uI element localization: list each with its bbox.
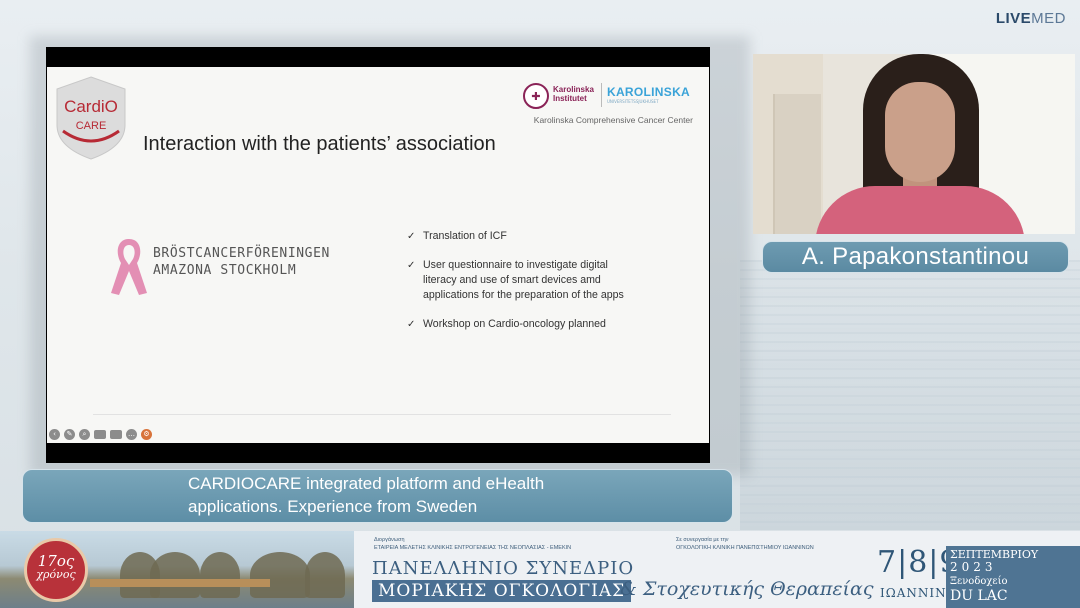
logo-bottom: CARE: [76, 120, 107, 132]
cc-icon[interactable]: [94, 429, 106, 439]
bullet-text: Workshop on Cardio-oncology planned: [423, 318, 606, 330]
bullet-item: ✓ Translation of ICF: [407, 229, 637, 244]
ioannina-lake-photo: 17ος χρόνος: [0, 531, 354, 608]
venue-name: DU LAC: [950, 588, 1008, 604]
tree-shape: [305, 552, 345, 598]
seal-number: 17ος: [37, 552, 75, 570]
speaker-webcam: [753, 54, 1075, 234]
check-icon: ✓: [407, 260, 416, 271]
speaker-name-tag: A. Papakonstantinou: [762, 241, 1069, 273]
caption-line1: CARDIOCARE integrated platform and eHeal…: [188, 474, 545, 493]
org-right-text: ΟΓΚΟΛΟΓΙΚΗ ΚΛΙΝΙΚΗ ΠΑΝΕΠΙΣΤΗΜΙΟΥ ΙΩΑΝΝΙΝ…: [676, 545, 814, 551]
bullet-text: User questionnaire to investigate digita…: [423, 259, 624, 301]
karolinska-subtext: UNIVERSITETSSJUKHUSET: [607, 99, 659, 104]
karolinska-seal-icon: ✚: [523, 83, 549, 109]
logo-divider: [601, 83, 602, 107]
camera-icon[interactable]: [110, 429, 122, 439]
logo-top: CardiO: [64, 97, 118, 116]
conference-banner: 17ος χρόνος Διοργάνωση ΕΤΑΙΡΕΙΑ ΜΕΛΕΤΗΣ …: [0, 531, 1080, 608]
settings-icon[interactable]: ⚙: [141, 428, 152, 440]
bullet-item: ✓ User questionnaire to investigate digit…: [407, 258, 637, 303]
check-icon: ✓: [407, 319, 416, 330]
tree-shape: [250, 552, 310, 598]
karolinska-wordmark: KAROLINSKA: [607, 85, 690, 99]
conference-city: ΙΩΑΝΝΙΝΑ: [880, 586, 957, 600]
back-icon[interactable]: ‹: [49, 428, 60, 440]
organizer-right: Σε συνεργασία με την ΟΓΚΟΛΟΓΙΚΗ ΚΛΙΝΙΚΗ …: [676, 536, 814, 552]
conference-year: 2023: [950, 560, 997, 574]
venue-label: Ξενοδοχείο: [950, 576, 1008, 587]
organizer-left: Διοργάνωση ΕΤΑΙΡΕΙΑ ΜΕΛΕΤΗΣ ΚΛΙΝΙΚΗΣ ΕΝΤ…: [374, 536, 571, 552]
conference-title-line2: ΜΟΡΙΑΚΗΣ ΟΓΚΟΛΟΓΙΑΣ: [372, 580, 632, 602]
conference-title-line1: ΠΑΝΕΛΛΗΝΙΟ ΣΥΝΕΔΡΙΟ: [372, 558, 635, 579]
karolinska-logo: ✚ Karolinska Institutet KAROLINSKA UNIVE…: [523, 81, 693, 127]
cam-door: [773, 94, 821, 234]
more-icon[interactable]: …: [126, 428, 137, 440]
tree-shape: [150, 552, 200, 598]
karolinska-institute: Karolinska Institutet: [553, 85, 594, 103]
zoom-icon[interactable]: ⌕: [79, 428, 90, 440]
livemed-logo: LIVEMED: [996, 10, 1066, 27]
brand-bold: LIVE: [995, 10, 1032, 27]
pier-shape: [90, 579, 270, 587]
seal-text: χρόνος: [36, 568, 76, 581]
org-right-label: Σε συνεργασία με την: [676, 537, 729, 543]
cancer-center-label: Karolinska Comprehensive Cancer Center: [533, 115, 693, 125]
pink-ribbon-icon: [111, 239, 147, 295]
brand-light: MED: [1031, 10, 1066, 27]
anniversary-seal: 17ος χρόνος: [24, 538, 88, 602]
pen-icon[interactable]: ✎: [64, 428, 75, 440]
association-name: BRÖSTCANCERFÖRENINGEN AMAZONA STOCKHOLM: [153, 245, 353, 279]
bullet-item: ✓ Workshop on Cardio-oncology planned: [407, 317, 637, 332]
presentation-slide: CardiO CARE ✚ Karolinska Institutet KARO…: [47, 67, 709, 443]
speaker-face: [885, 82, 955, 182]
background-lake: [740, 260, 1080, 530]
org-left-label: Διοργάνωση: [374, 537, 405, 543]
speaker-shirt: [815, 186, 1025, 234]
check-icon: ✓: [407, 231, 416, 242]
tree-shape: [200, 552, 240, 598]
association-line2: AMAZONA STOCKHOLM: [153, 263, 297, 278]
slide-title: Interaction with the patients’ associati…: [143, 133, 496, 155]
org-left-text: ΕΤΑΙΡΕΙΑ ΜΕΛΕΤΗΣ ΚΛΙΝΙΚΗΣ ΕΝΤΡΟΓΕΝΕΙΑΣ Τ…: [374, 545, 572, 551]
caption-line2: applications. Experience from Sweden: [188, 497, 478, 516]
conference-title-line3: & Στοχευτικής Θεραπείας: [620, 578, 874, 600]
date-venue-box: ΣΕΠΤΕΜΒΡΙΟΥ 2023 Ξενοδοχείο DU LAC: [946, 546, 1080, 608]
slide-toolbar: ‹ ✎ ⌕ … ⚙: [49, 427, 152, 441]
slide-footer-rule: [93, 414, 671, 415]
association-line1: BRÖSTCANCERFÖRENINGEN: [153, 246, 330, 261]
cardiocare-logo: CardiO CARE: [56, 76, 126, 160]
bullet-list: ✓ Translation of ICF ✓ User questionnaire …: [407, 229, 637, 346]
talk-title-caption: CARDIOCARE integrated platform and eHeal…: [22, 469, 733, 523]
bullet-text: Translation of ICF: [423, 230, 507, 242]
